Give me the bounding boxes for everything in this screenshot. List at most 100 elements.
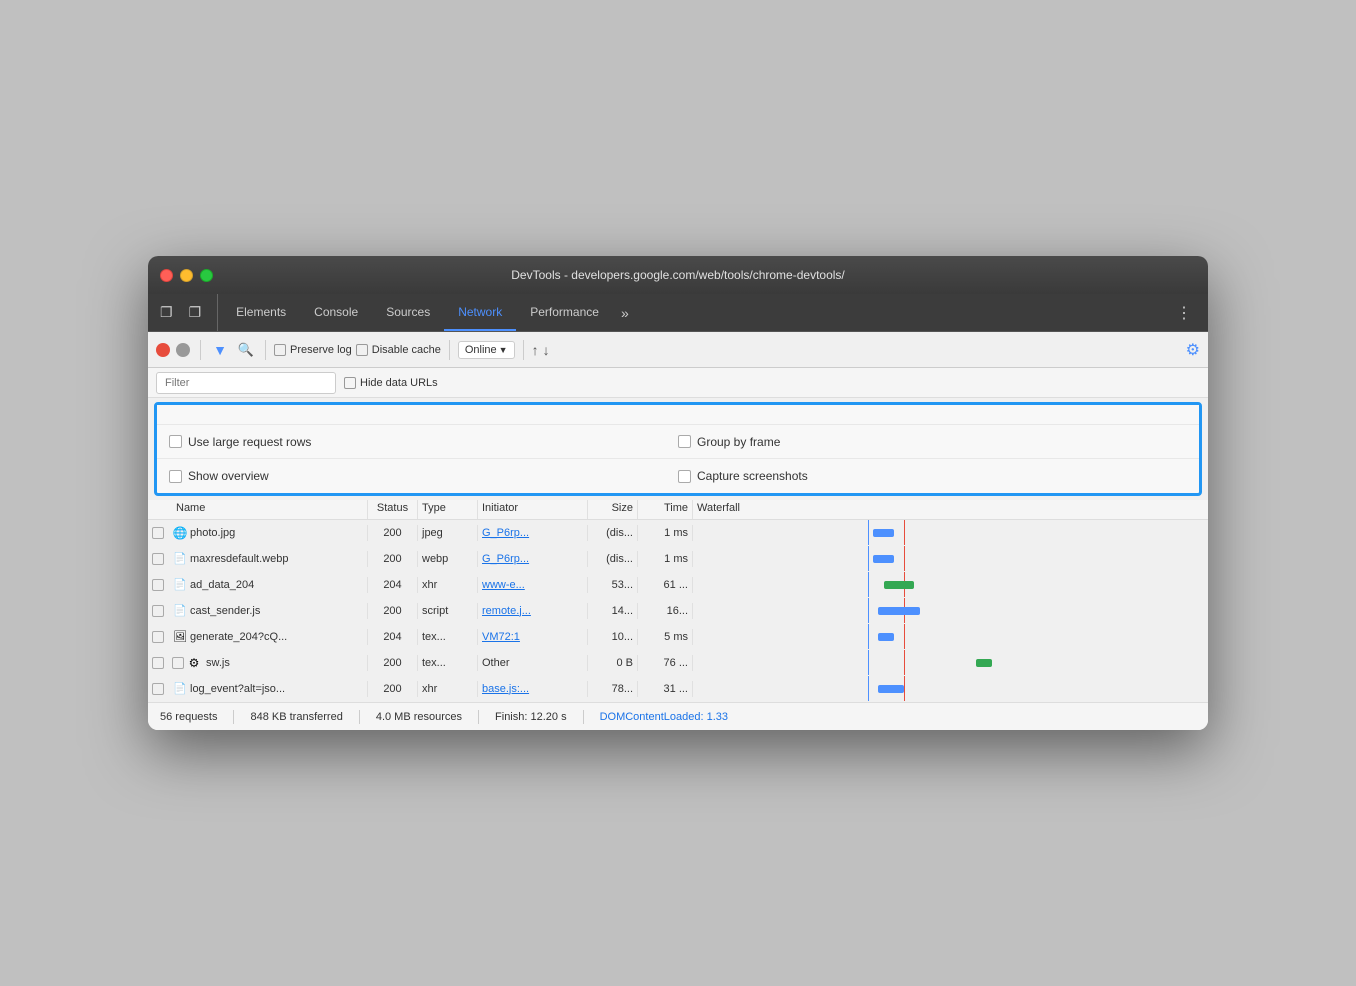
table-row[interactable]: 🌐photo.jpg200jpegG_P6rp...(dis...1 ms <box>148 520 1208 546</box>
upload-icon[interactable]: ↑ <box>532 342 539 358</box>
tab-more-button[interactable]: » <box>613 294 637 331</box>
status-cell: 204 <box>368 629 418 645</box>
disable-cache-label[interactable]: Disable cache <box>356 344 441 356</box>
waterfall-cell <box>693 546 1208 571</box>
file-icon: 📄 <box>172 603 188 619</box>
row-checkbox[interactable] <box>148 631 168 643</box>
file-icon: 🌐 <box>172 525 188 541</box>
row-checkbox[interactable] <box>148 579 168 591</box>
file-name-cell: 📄log_event?alt=jso... <box>168 681 368 697</box>
header-name: Name <box>168 500 368 519</box>
capture-screenshots-checkbox[interactable] <box>678 470 691 483</box>
traffic-lights <box>160 269 213 282</box>
table-row[interactable]: 📄log_event?alt=jso...200xhrbase.js:...78… <box>148 676 1208 702</box>
capture-screenshots-option[interactable]: Capture screenshots <box>678 469 1187 483</box>
table-row[interactable]: 📄ad_data_204204xhrwww-e...53...61 ... <box>148 572 1208 598</box>
tab-console[interactable]: Console <box>300 294 372 331</box>
waterfall-blue-line <box>868 520 869 545</box>
large-request-rows-option[interactable]: Use large request rows <box>169 435 678 449</box>
search-icon[interactable]: 🔍 <box>235 339 257 361</box>
table-row[interactable]: 🖼generate_204?cQ...204tex...VM72:110...5… <box>148 624 1208 650</box>
initiator-cell[interactable]: VM72:1 <box>478 629 588 645</box>
device-icon[interactable]: ❐ <box>185 300 206 325</box>
file-icon: ⚙ <box>186 655 202 671</box>
size-cell: 0 B <box>588 655 638 671</box>
file-name-cell: 📄maxresdefault.webp <box>168 551 368 567</box>
preserve-log-label[interactable]: Preserve log <box>274 344 352 356</box>
initiator-cell[interactable]: G_P6rp... <box>478 525 588 541</box>
cursor-icon[interactable]: ❐ <box>156 300 177 325</box>
size-cell: 53... <box>588 577 638 593</box>
filter-input[interactable] <box>156 372 336 394</box>
maximize-button[interactable] <box>200 269 213 282</box>
table-row[interactable]: 📄cast_sender.js200scriptremote.j...14...… <box>148 598 1208 624</box>
disable-cache-checkbox[interactable] <box>356 344 368 356</box>
waterfall-bar <box>884 581 915 589</box>
file-name-text: sw.js <box>204 657 230 669</box>
group-by-frame-checkbox[interactable] <box>678 435 691 448</box>
status-cell: 200 <box>368 681 418 697</box>
initiator-cell[interactable]: G_P6rp... <box>478 551 588 567</box>
window-title: DevTools - developers.google.com/web/too… <box>511 268 845 282</box>
tab-settings-button[interactable]: ⋮ <box>1168 294 1200 331</box>
type-cell: jpeg <box>418 525 478 541</box>
finish-time: Finish: 12.20 s <box>495 711 567 723</box>
options-row-1: Use large request rows Group by frame <box>157 425 1199 459</box>
minimize-button[interactable] <box>180 269 193 282</box>
status-bar: 56 requests 848 KB transferred 4.0 MB re… <box>148 702 1208 730</box>
status-divider-4 <box>583 710 584 724</box>
time-cell: 16... <box>638 603 693 619</box>
waterfall-blue-line <box>868 676 869 701</box>
time-cell: 1 ms <box>638 525 693 541</box>
record-button[interactable] <box>156 343 170 357</box>
initiator-cell: Other <box>478 655 588 671</box>
settings-gear-icon[interactable]: ⚙ <box>1186 342 1200 359</box>
devtools-body: ❐ ❐ Elements Console Sources Network Per… <box>148 294 1208 730</box>
row-checkbox[interactable] <box>148 683 168 695</box>
time-cell: 5 ms <box>638 629 693 645</box>
row-checkbox[interactable] <box>148 553 168 565</box>
throttle-select[interactable]: Online ▼ <box>458 341 515 359</box>
download-icon[interactable]: ↓ <box>543 342 550 358</box>
tab-performance[interactable]: Performance <box>516 294 613 331</box>
hide-data-urls-label[interactable]: Hide data URLs <box>344 377 438 389</box>
filter-icon[interactable]: ▼ <box>209 339 231 361</box>
waterfall-red-line <box>904 520 905 545</box>
clear-button[interactable] <box>176 343 190 357</box>
initiator-cell[interactable]: remote.j... <box>478 603 588 619</box>
options-panel: Use large request rows Group by frame Sh… <box>154 402 1202 496</box>
table-header: Name Status Type Initiator Size Time Wat… <box>148 500 1208 520</box>
header-size: Size <box>588 500 638 519</box>
close-button[interactable] <box>160 269 173 282</box>
large-request-rows-checkbox[interactable] <box>169 435 182 448</box>
waterfall-blue-line <box>868 546 869 571</box>
file-name-text: log_event?alt=jso... <box>188 683 363 695</box>
row-checkbox[interactable] <box>148 657 168 669</box>
show-overview-option[interactable]: Show overview <box>169 469 678 483</box>
tab-elements[interactable]: Elements <box>222 294 300 331</box>
preserve-log-checkbox[interactable] <box>274 344 286 356</box>
row-checkbox[interactable] <box>148 605 168 617</box>
devtools-window: DevTools - developers.google.com/web/too… <box>148 256 1208 730</box>
filter-bar: Hide data URLs <box>148 368 1208 398</box>
show-overview-checkbox[interactable] <box>169 470 182 483</box>
type-cell: xhr <box>418 681 478 697</box>
initiator-cell[interactable]: base.js:... <box>478 681 588 697</box>
file-name-text: generate_204?cQ... <box>188 631 363 643</box>
waterfall-blue-line <box>868 572 869 597</box>
waterfall-bar <box>878 633 893 641</box>
waterfall-cell <box>693 572 1208 597</box>
hide-data-urls-checkbox[interactable] <box>344 377 356 389</box>
initiator-cell[interactable]: www-e... <box>478 577 588 593</box>
tab-network[interactable]: Network <box>444 294 516 331</box>
waterfall-bar <box>873 529 894 537</box>
type-cell: webp <box>418 551 478 567</box>
table-row[interactable]: ⚙sw.js200tex...Other0 B76 ... <box>148 650 1208 676</box>
file-icon: 📄 <box>172 551 188 567</box>
tab-sources[interactable]: Sources <box>372 294 444 331</box>
waterfall-red-line <box>904 676 905 701</box>
group-by-frame-option[interactable]: Group by frame <box>678 435 1187 449</box>
table-row[interactable]: 📄maxresdefault.webp200webpG_P6rp...(dis.… <box>148 546 1208 572</box>
waterfall-cell <box>693 650 1208 675</box>
row-checkbox[interactable] <box>148 527 168 539</box>
